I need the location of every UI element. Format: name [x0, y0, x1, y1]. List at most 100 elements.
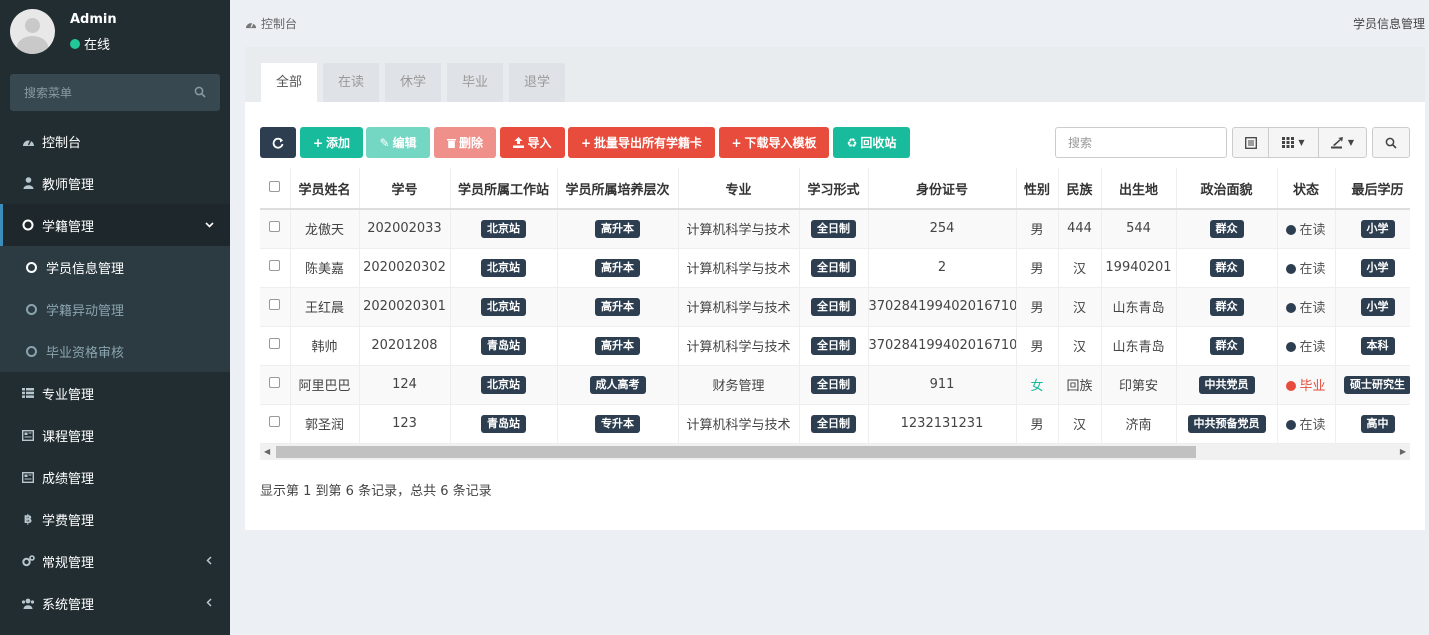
education-badge: 小学	[1360, 258, 1395, 277]
column-header[interactable]: 学员姓名	[290, 168, 360, 210]
sidebar-item-graduation-review[interactable]: 毕业资格审核	[0, 330, 230, 372]
column-header[interactable]: 出生地	[1101, 168, 1177, 210]
sidebar-item-grades[interactable]: 成绩管理	[0, 456, 230, 498]
select-all-checkbox[interactable]	[269, 180, 281, 192]
breadcrumb-home[interactable]: 控制台	[261, 15, 297, 32]
cell-education: 本科	[1335, 326, 1410, 366]
cell-ethnic: 回族	[1058, 365, 1102, 405]
cell-station: 北京站	[450, 248, 558, 288]
avatar[interactable]	[10, 9, 55, 54]
column-header[interactable]: 政治面貌	[1176, 168, 1278, 210]
tab-all[interactable]: 全部	[261, 63, 317, 102]
table-row[interactable]: 韩帅 20201208 青岛站 高升本 计算机科学与技术 全日制 3702841…	[260, 326, 1410, 366]
sidebar-item-courses[interactable]: 课程管理	[0, 414, 230, 456]
scrollbar-thumb[interactable]	[276, 446, 1196, 458]
cell-name: 龙傲天	[290, 209, 360, 249]
recycle-bin-button[interactable]: ♻ 回收站	[833, 127, 910, 158]
add-button[interactable]: + 添加	[300, 127, 363, 158]
sidebar-item-label: 学员信息管理	[46, 261, 125, 277]
newspaper-icon	[21, 428, 35, 442]
table-row[interactable]: 陈美嘉 2020020302 北京站 高升本 计算机科学与技术 全日制 2 男 …	[260, 248, 1410, 288]
cell-study-form: 全日制	[799, 209, 869, 249]
column-header[interactable]: 专业	[678, 168, 800, 210]
column-header[interactable]: 学习形式	[799, 168, 869, 210]
cell-major: 财务管理	[678, 365, 800, 405]
education-badge: 硕士研究生	[1344, 375, 1410, 394]
cell-station: 青岛站	[450, 404, 558, 444]
sidebar-search-input[interactable]	[10, 74, 180, 111]
sidebar-item-tuition[interactable]: ฿ 学费管理	[0, 498, 230, 540]
student-table-wrapper: 学员姓名 学号 学员所属工作站 学员所属培养层次 专业 学习形式 身份证号 性别…	[260, 168, 1410, 461]
row-checkbox[interactable]	[269, 416, 281, 427]
status-dot-icon	[1286, 264, 1297, 274]
delete-button[interactable]: 删除	[434, 127, 496, 158]
download-template-button[interactable]: + 下载导入模板	[719, 127, 829, 158]
row-checkbox[interactable]	[269, 221, 281, 233]
column-header[interactable]: 身份证号	[868, 168, 1017, 210]
import-button[interactable]: 导入	[500, 127, 565, 158]
scroll-right-icon[interactable]: ▶	[1400, 447, 1406, 456]
horizontal-scrollbar[interactable]: ◀ ▶	[260, 444, 1410, 460]
column-header[interactable]: 状态	[1277, 168, 1336, 210]
search-button[interactable]	[1372, 127, 1410, 158]
row-checkbox[interactable]	[269, 260, 281, 271]
search-input[interactable]	[1056, 128, 1226, 157]
row-checkbox[interactable]	[269, 338, 281, 349]
column-header[interactable]: 最后学历	[1335, 168, 1410, 210]
refresh-button[interactable]	[260, 127, 296, 158]
toggle-view-button[interactable]	[1232, 127, 1269, 158]
sidebar-item-majors[interactable]: 专业管理	[0, 372, 230, 414]
status-dot-icon	[1286, 225, 1297, 236]
sidebar-item-general[interactable]: 常规管理	[0, 540, 230, 582]
education-badge: 小学	[1360, 297, 1395, 316]
cell-politics: 中共预备党员	[1176, 404, 1278, 444]
tab-suspended[interactable]: 休学	[385, 63, 441, 102]
cell-level: 高升本	[557, 209, 679, 249]
column-header[interactable]: 民族	[1058, 168, 1102, 210]
user-status: 在线	[70, 34, 110, 53]
export-button[interactable]: ▼	[1319, 127, 1367, 158]
table-row[interactable]: 郭圣润 123 青岛站 专升本 计算机科学与技术 全日制 1232131231 …	[260, 404, 1410, 444]
table-search	[1055, 127, 1227, 158]
politics-badge: 群众	[1209, 219, 1244, 238]
scroll-left-icon[interactable]: ◀	[264, 447, 270, 456]
column-header[interactable]: 性别	[1016, 168, 1059, 210]
sidebar-item-system[interactable]: 系统管理	[0, 582, 230, 624]
tab-graduated[interactable]: 毕业	[447, 63, 503, 102]
columns-button[interactable]: ▼	[1269, 127, 1319, 158]
row-checkbox[interactable]	[269, 299, 281, 310]
table-row[interactable]: 王红晨 2020020301 北京站 高升本 计算机科学与技术 全日制 3702…	[260, 287, 1410, 327]
sidebar-item-student-info[interactable]: 学员信息管理	[0, 246, 230, 288]
column-header[interactable]: 学员所属工作站	[450, 168, 558, 210]
column-header[interactable]: 学号	[359, 168, 451, 210]
trash-icon	[446, 138, 456, 148]
station-badge: 北京站	[481, 258, 526, 277]
export-cards-button[interactable]: + 批量导出所有学籍卡	[568, 127, 715, 158]
cell-status: 毕业	[1277, 365, 1336, 405]
status-tabs: 全部 在读 休学 毕业 退学	[245, 47, 1425, 102]
user-panel: Admin 在线	[0, 0, 230, 64]
sidebar-search	[10, 74, 220, 111]
cell-status: 在读	[1277, 287, 1336, 327]
table-header-row: 学员姓名 学号 学员所属工作站 学员所属培养层次 专业 学习形式 身份证号 性别…	[260, 168, 1410, 210]
politics-badge: 中共预备党员	[1187, 414, 1266, 433]
sidebar-item-student-status[interactable]: 学籍管理	[0, 204, 230, 246]
search-icon[interactable]	[194, 86, 206, 98]
sidebar-item-status-change[interactable]: 学籍异动管理	[0, 288, 230, 330]
cell-station: 北京站	[450, 287, 558, 327]
cell-student-id: 124	[359, 365, 451, 405]
column-header[interactable]: 学员所属培养层次	[557, 168, 679, 210]
status-text: 在读	[1299, 223, 1326, 239]
edit-button[interactable]: ✎ 编辑	[366, 127, 430, 158]
cell-politics: 群众	[1176, 326, 1278, 366]
row-checkbox[interactable]	[269, 377, 281, 388]
table-row[interactable]: 龙傲天 202002033 北京站 高升本 计算机科学与技术 全日制 254 男…	[260, 209, 1410, 249]
sidebar-item-teachers[interactable]: 教师管理	[0, 162, 230, 204]
tab-enrolled[interactable]: 在读	[323, 63, 379, 102]
table-row[interactable]: 阿里巴巴 124 北京站 成人高考 财务管理 全日制 911 女 回族 印第安 …	[260, 365, 1410, 405]
plus-icon: +	[731, 135, 742, 150]
cell-major: 计算机科学与技术	[678, 326, 800, 366]
sidebar-item-dashboard[interactable]: 控制台	[0, 120, 230, 162]
tab-withdrawn[interactable]: 退学	[509, 63, 565, 102]
sidebar-item-label: 教师管理	[42, 177, 95, 193]
